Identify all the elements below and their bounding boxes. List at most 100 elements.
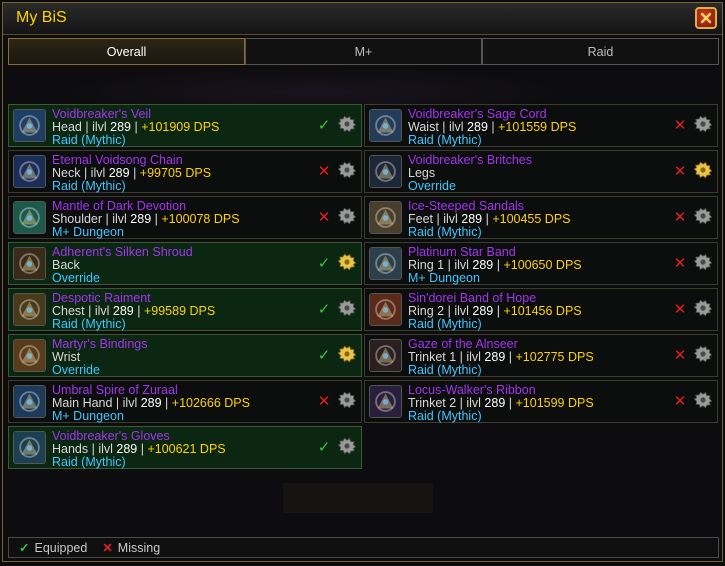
close-button[interactable]: [695, 7, 717, 29]
list-item[interactable]: Locus-Walker's Ribbon Trinket 2 | ilvl 28…: [364, 380, 718, 423]
item-stats: Wrist: [52, 350, 80, 364]
separator: | ilvl: [80, 166, 109, 180]
item-gear-button[interactable]: [336, 345, 357, 366]
item-dps: +100650 DPS: [503, 258, 582, 272]
list-item[interactable]: Voidbreaker's Britches Legs Override ✕: [364, 150, 718, 193]
list-item[interactable]: Despotic Raiment Chest | ilvl 289 | +9958…: [8, 288, 362, 331]
gear-icon: [693, 206, 713, 230]
item-slot: Trinket 1: [408, 350, 457, 364]
item-level: 289: [484, 396, 506, 410]
neck-icon: [13, 155, 46, 188]
list-item[interactable]: Voidbreaker's Veil Head | ilvl 289 | +101…: [8, 104, 362, 147]
list-item[interactable]: Sin'dorei Band of Hope Ring 2 | ilvl 289 …: [364, 288, 718, 331]
gear-icon: [693, 298, 713, 322]
gear-icon: [337, 344, 357, 368]
list-item[interactable]: Eternal Voidsong Chain Neck | ilvl 289 | …: [8, 150, 362, 193]
list-item[interactable]: Voidbreaker's Sage Cord Waist | ilvl 289 …: [364, 104, 718, 147]
separator: |: [137, 442, 148, 456]
separator: |: [161, 396, 172, 410]
separator: | ilvl: [102, 212, 131, 226]
item-name: Eternal Voidsong Chain: [52, 153, 183, 167]
item-gear-button[interactable]: [336, 437, 357, 458]
item-gear-button[interactable]: [336, 161, 357, 182]
cross-icon: ✕: [317, 162, 331, 180]
list-item[interactable]: Gaze of the Alnseer Trinket 1 | ilvl 289 …: [364, 334, 718, 377]
separator: |: [133, 304, 144, 318]
item-dps: +99589 DPS: [143, 304, 216, 318]
item-gear-button[interactable]: [692, 299, 713, 320]
item-source: Raid (Mythic): [52, 317, 126, 331]
cross-icon: ✕: [673, 162, 687, 180]
item-stats: Hands | ilvl 289 | +100621 DPS: [52, 442, 226, 456]
tab-mplus[interactable]: M+: [245, 38, 482, 65]
item-name: Voidbreaker's Veil: [52, 107, 151, 121]
list-item[interactable]: Mantle of Dark Devotion Shoulder | ilvl 2…: [8, 196, 362, 239]
item-slot: Chest: [52, 304, 85, 318]
item-gear-button[interactable]: [336, 299, 357, 320]
item-dps: +100078 DPS: [161, 212, 240, 226]
gear-icon: [337, 252, 357, 276]
item-stats: Ring 2 | ilvl 289 | +101456 DPS: [408, 304, 582, 318]
item-name: Platinum Star Band: [408, 245, 516, 259]
tab-raid[interactable]: Raid: [482, 38, 719, 65]
item-gear-button[interactable]: [336, 115, 357, 136]
list-item[interactable]: Ice-Steeped Sandals Feet | ilvl 289 | +10…: [364, 196, 718, 239]
item-level: 289: [467, 120, 488, 134]
item-slot: Feet: [408, 212, 434, 226]
waist-icon: [369, 109, 402, 142]
item-dps: +100621 DPS: [147, 442, 226, 456]
item-gear-button[interactable]: [692, 253, 713, 274]
item-source: Raid (Mythic): [52, 133, 126, 147]
list-item[interactable]: Martyr's Bindings Wrist Override ✓: [8, 334, 362, 377]
item-gear-button[interactable]: [692, 391, 713, 412]
list-item[interactable]: Adherent's Silken Shroud Back Override ✓: [8, 242, 362, 285]
item-gear-button[interactable]: [336, 391, 357, 412]
item-name: Voidbreaker's Sage Cord: [408, 107, 547, 121]
item-gear-button[interactable]: [692, 207, 713, 228]
cross-icon: ✕: [317, 208, 331, 226]
item-gear-button[interactable]: [692, 161, 713, 182]
separator: | ilvl: [84, 304, 113, 318]
separator: | ilvl: [456, 396, 485, 410]
item-stats: Legs: [408, 166, 435, 180]
item-slot: Waist: [408, 120, 439, 134]
gear-icon: [693, 160, 713, 184]
legend-missing-label: Missing: [117, 540, 161, 555]
check-icon: ✓: [317, 254, 331, 272]
background-art: [283, 483, 433, 513]
legs-icon: [369, 155, 402, 188]
item-name: Despotic Raiment: [52, 291, 151, 305]
list-item[interactable]: Platinum Star Band Ring 1 | ilvl 289 | +1…: [364, 242, 718, 285]
item-gear-button[interactable]: [692, 345, 713, 366]
list-item[interactable]: Umbral Spire of Zuraal Main Hand | ilvl 2…: [8, 380, 362, 423]
item-source: Raid (Mythic): [408, 409, 482, 423]
item-level: 289: [484, 350, 506, 364]
tab-label: M+: [354, 44, 373, 59]
item-name: Sin'dorei Band of Hope: [408, 291, 537, 305]
item-source: Raid (Mythic): [408, 133, 482, 147]
gear-icon: [337, 206, 357, 230]
item-stats: Feet | ilvl 289 | +100455 DPS: [408, 212, 571, 226]
item-slot: Back: [52, 258, 80, 272]
item-stats: Main Hand | ilvl 289 | +102666 DPS: [52, 396, 250, 410]
check-icon: ✓: [317, 116, 331, 134]
cross-icon: ✕: [673, 254, 687, 272]
item-gear-button[interactable]: [336, 253, 357, 274]
gear-icon: [337, 160, 357, 184]
item-gear-button[interactable]: [336, 207, 357, 228]
gear-icon: [337, 390, 357, 414]
cross-icon: ✕: [673, 300, 687, 318]
item-gear-button[interactable]: [692, 115, 713, 136]
item-level: 289: [472, 258, 494, 272]
list-item[interactable]: Voidbreaker's Gloves Hands | ilvl 289 | +…: [8, 426, 362, 469]
item-list-left: Voidbreaker's Veil Head | ilvl 289 | +101…: [8, 104, 362, 472]
check-icon: ✓: [19, 541, 30, 555]
item-dps: +102775 DPS: [515, 350, 594, 364]
separator: |: [129, 166, 140, 180]
tab-overall[interactable]: Overall: [8, 38, 245, 65]
item-source: Raid (Mythic): [408, 317, 482, 331]
ring-icon: [369, 247, 402, 280]
title-bar[interactable]: My BiS: [3, 3, 722, 35]
separator: |: [493, 258, 504, 272]
item-stats: Chest | ilvl 289 | +99589 DPS: [52, 304, 215, 318]
